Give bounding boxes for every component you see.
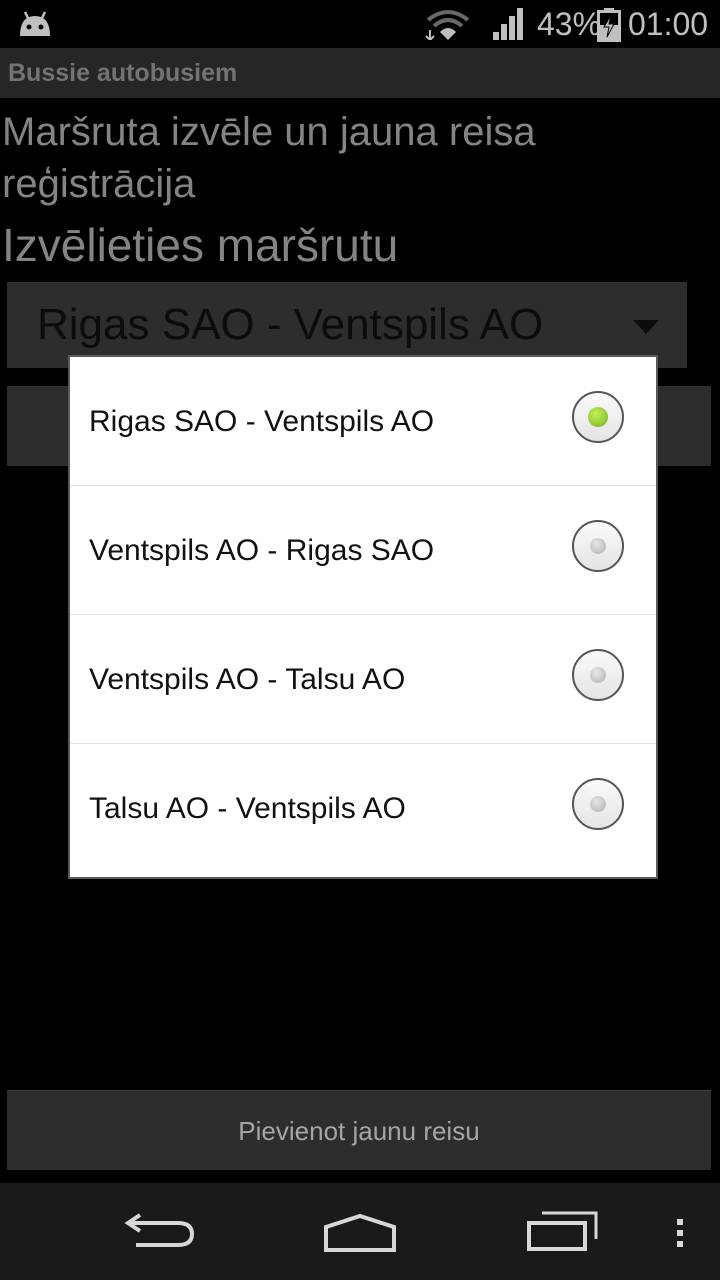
overflow-menu-icon[interactable] <box>674 1217 686 1249</box>
status-bar: 43% 01:00 <box>0 0 720 48</box>
recents-icon[interactable] <box>526 1211 598 1251</box>
clock: 01:00 <box>628 6 709 42</box>
radio-button[interactable] <box>572 778 624 830</box>
home-icon[interactable] <box>322 1213 398 1253</box>
app-title: Bussie autobusiem <box>8 59 238 87</box>
route-option-label: Ventspils AO - Rigas SAO <box>89 534 435 567</box>
app-bar: Bussie autobusiem <box>0 48 720 98</box>
radio-dot-icon <box>588 407 608 427</box>
radio-button[interactable] <box>572 520 624 572</box>
battery-percent: 43% <box>537 6 602 42</box>
add-trip-button-label: Pievienot jaunu reisu <box>238 1116 480 1146</box>
android-icon <box>20 11 50 36</box>
route-prompt: Izvēlieties maršrutu <box>2 219 399 271</box>
dropdown-arrow-icon <box>633 320 659 334</box>
signal-icon <box>493 8 523 40</box>
back-icon[interactable] <box>122 1209 196 1249</box>
battery-charging-icon <box>597 8 621 42</box>
route-option-label: Rigas SAO - Ventspils AO <box>89 405 435 438</box>
wifi-icon <box>425 10 470 40</box>
radio-dot-icon <box>590 796 606 812</box>
radio-dot-icon <box>590 538 606 554</box>
route-option-label: Talsu AO - Ventspils AO <box>89 792 406 825</box>
radio-button[interactable] <box>572 649 624 701</box>
page-title: Maršruta izvēle un jauna reisa reģistrāc… <box>2 110 536 206</box>
route-option[interactable]: Ventspils AO - Rigas SAO <box>70 486 656 615</box>
route-spinner-value: Rigas SAO - Ventspils AO <box>37 300 544 349</box>
add-trip-button[interactable]: Pievienot jaunu reisu <box>7 1090 711 1170</box>
radio-dot-icon <box>590 667 606 683</box>
route-option[interactable]: Talsu AO - Ventspils AO <box>70 744 656 872</box>
navigation-bar <box>0 1183 720 1280</box>
route-option[interactable]: Rigas SAO - Ventspils AO <box>70 357 656 486</box>
route-selection-dialog: Rigas SAO - Ventspils AO Ventspils AO - … <box>68 355 658 879</box>
radio-button-selected[interactable] <box>572 391 624 443</box>
route-option[interactable]: Ventspils AO - Talsu AO <box>70 615 656 744</box>
route-option-label: Ventspils AO - Talsu AO <box>89 663 406 696</box>
